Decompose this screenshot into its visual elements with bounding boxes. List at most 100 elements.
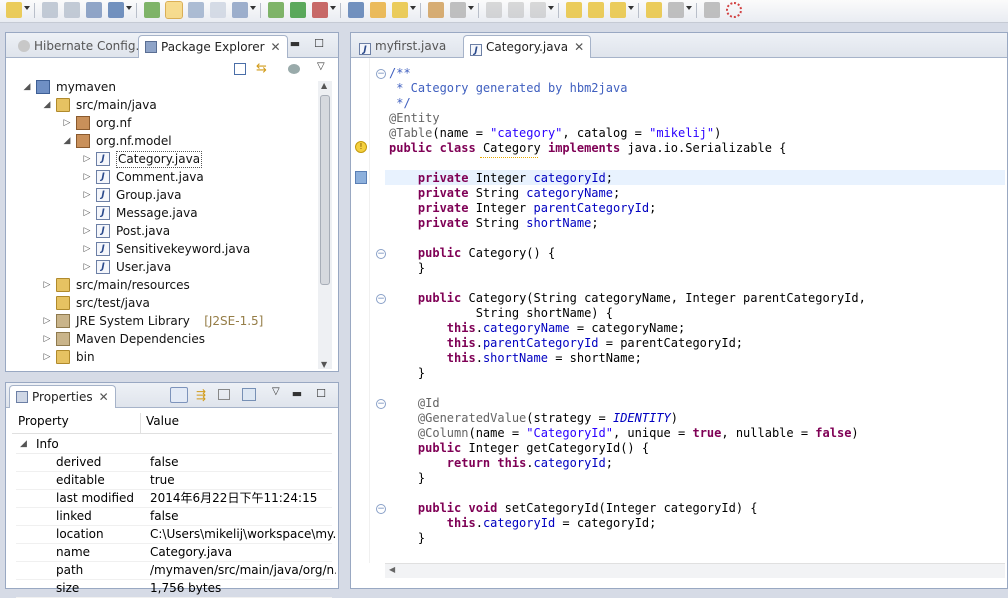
tree-item[interactable]: ▷ J Post.java [6,222,316,240]
new-icon[interactable] [6,2,22,18]
tree-item[interactable]: ▷ J Message.java [6,204,316,222]
task-icon[interactable] [428,2,444,18]
terminal-icon[interactable] [108,2,124,18]
show-categories-icon[interactable] [170,387,188,403]
scroll-left-icon[interactable]: ◀ [389,565,395,574]
back-icon[interactable] [646,2,662,18]
dropdown-arrow-icon[interactable] [24,6,30,10]
pin-properties-icon[interactable] [242,388,256,401]
tab-hibernate-config[interactable]: Hibernate Config... [12,35,153,57]
scroll-up-icon[interactable]: ▲ [321,81,327,90]
tree-item[interactable]: src/test/java [6,294,316,312]
terminate-icon[interactable] [530,2,546,18]
dropdown-arrow-icon[interactable] [250,6,256,10]
property-row[interactable]: path/mymaven/src/main/java/org/n... [16,561,336,580]
group-expand-icon[interactable]: ◢ [20,435,27,453]
external-tools-icon[interactable] [312,2,328,18]
scroll-down-icon[interactable]: ▼ [321,360,327,369]
step-over-icon[interactable] [588,2,604,18]
collapse-all-icon[interactable] [234,63,246,75]
dropdown-arrow-icon[interactable] [410,6,416,10]
minimize-icon[interactable]: ▬ [288,38,302,50]
tree-item[interactable]: ▷ JRE System Library [J2SE-1.5] [6,312,316,330]
toggle-breadcrumb-icon[interactable] [188,2,204,18]
show-advanced-icon[interactable]: ⇶ [196,388,210,402]
tree-item[interactable]: ▷ J Sensitivekeyword.java [6,240,316,258]
fold-collapse-icon[interactable]: − [376,399,386,409]
tree-item[interactable]: ◢ src/main/java [6,96,316,114]
fold-collapse-icon[interactable]: − [376,249,386,259]
dropdown-arrow-icon[interactable] [686,6,692,10]
maximize-icon[interactable]: ☐ [312,38,326,50]
debug-icon[interactable] [268,2,284,18]
scroll-thumb[interactable] [320,95,330,285]
collapsed-arrow-icon[interactable]: ▷ [82,172,92,182]
dropdown-arrow-icon[interactable] [126,6,132,10]
link-with-editor-icon[interactable]: ⇆ [256,62,270,76]
forward-icon[interactable] [668,2,684,18]
fold-collapse-icon[interactable]: − [376,294,386,304]
tree-scrollbar[interactable]: ▲ ▼ [318,81,332,369]
close-icon[interactable]: ✕ [271,36,281,58]
dropdown-arrow-icon[interactable] [628,6,634,10]
expanded-arrow-icon[interactable]: ◢ [42,100,52,110]
code-editor[interactable]: /** − * Category generated by hbm2java */… [351,33,1007,563]
collapsed-arrow-icon[interactable]: ▷ [42,334,52,344]
property-row[interactable]: editable true [16,471,332,490]
tree-item[interactable]: ▷ Maven Dependencies [6,330,316,348]
editor-hscrollbar[interactable]: ◀ [385,563,1005,578]
view-menu-icon[interactable]: ▽ [272,386,280,397]
search-icon[interactable] [348,2,364,18]
save-icon[interactable] [42,2,58,18]
expanded-arrow-icon[interactable]: ◢ [22,82,32,92]
collapsed-arrow-icon[interactable]: ▷ [42,316,52,326]
fold-collapse-icon[interactable]: − [376,504,386,514]
open-type-icon[interactable] [144,2,160,18]
tree-item[interactable]: ▷ J Group.java [6,186,316,204]
collapsed-arrow-icon[interactable]: ▷ [62,118,72,128]
open-folder-icon[interactable] [370,2,386,18]
collapsed-arrow-icon[interactable]: ▷ [82,208,92,218]
mark-occurrences-icon[interactable] [165,1,183,19]
pin-icon[interactable] [704,2,720,18]
maximize-icon[interactable]: ☐ [314,388,328,400]
tree-item[interactable]: ▷ org.nf [6,114,316,132]
save-all-icon[interactable] [64,2,80,18]
step-into-icon[interactable] [566,2,582,18]
view-menu-icon[interactable]: ▽ [317,61,325,72]
property-row[interactable]: location C:\Users\mikelij\workspace\my... [16,525,336,544]
suspend-icon[interactable] [508,2,524,18]
collapsed-arrow-icon[interactable]: ▷ [82,226,92,236]
show-whitespace-icon[interactable] [232,2,248,18]
dropdown-arrow-icon[interactable] [468,6,474,10]
collapsed-arrow-icon[interactable]: ▷ [42,352,52,362]
minimize-icon[interactable]: ▬ [290,388,304,400]
properties-group-info[interactable]: ◢ Info [16,435,332,454]
header-value[interactable]: Value [146,414,179,428]
restore-default-icon[interactable] [218,389,230,400]
property-row[interactable]: name Category.java [16,543,332,562]
collapsed-arrow-icon[interactable]: ▷ [42,280,52,290]
tree-item[interactable]: ▷ src/main/resources [6,276,316,294]
property-row[interactable]: last modified 2014年6月22日下午11:24:15 [16,489,332,508]
collapsed-arrow-icon[interactable]: ▷ [82,154,92,164]
resume-icon[interactable] [486,2,502,18]
header-property[interactable]: Property [18,414,69,428]
print-icon[interactable] [86,2,102,18]
run-icon[interactable] [290,2,306,18]
property-row[interactable]: derived false [16,453,332,472]
block-selection-icon[interactable] [210,2,226,18]
step-return-icon[interactable] [610,2,626,18]
tree-item[interactable]: ▷ bin [6,348,316,366]
fold-collapse-icon[interactable]: − [376,69,386,79]
tree-item[interactable]: ▷ J Comment.java [6,168,316,186]
expanded-arrow-icon[interactable]: ◢ [62,136,72,146]
tree-item[interactable]: ◢ org.nf.model [6,132,316,150]
tree-item[interactable]: ▷ J Category.java [6,150,316,168]
filters-icon[interactable] [288,64,300,74]
tab-package-explorer[interactable]: Package Explorer ✕ [138,35,288,58]
tree-item[interactable]: ◢ mymaven [6,78,316,96]
open-resource-icon[interactable] [392,2,408,18]
close-icon[interactable]: ✕ [99,386,109,408]
collapsed-arrow-icon[interactable]: ▷ [82,244,92,254]
